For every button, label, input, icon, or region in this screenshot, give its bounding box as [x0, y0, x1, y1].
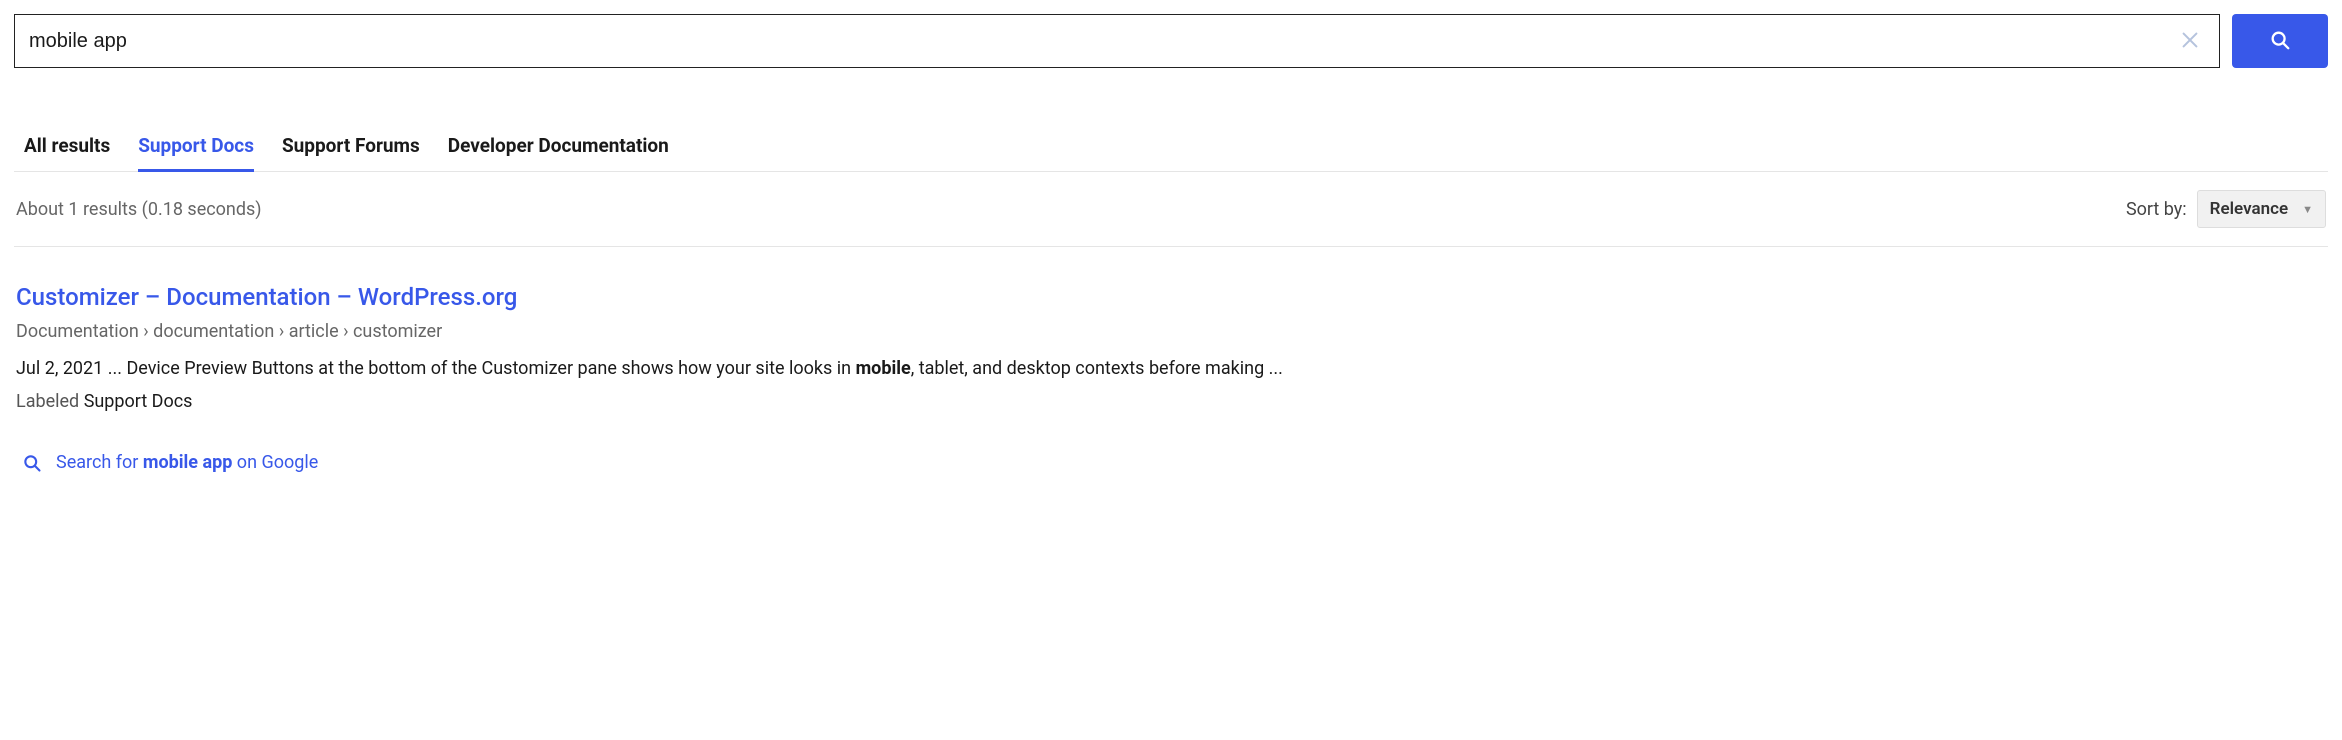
- search-icon: [2269, 29, 2291, 54]
- search-on-google-text: Search for mobile app on Google: [56, 452, 318, 473]
- result-title-link[interactable]: Customizer – Documentation – WordPress.o…: [16, 283, 517, 311]
- sort-value: Relevance: [2210, 199, 2288, 219]
- tab-support-forums[interactable]: Support Forums: [282, 126, 420, 172]
- result-snippet: Jul 2, 2021 ... Device Preview Buttons a…: [16, 356, 2326, 381]
- search-button[interactable]: [2232, 14, 2328, 68]
- filter-tabs: All results Support Docs Support Forums …: [14, 126, 2328, 172]
- search-input[interactable]: [29, 30, 2175, 53]
- close-icon: [2179, 29, 2201, 54]
- search-row: [14, 14, 2328, 68]
- result-label: Labeled Support Docs: [16, 391, 2326, 412]
- result-snippet-before: Device Preview Buttons at the bottom of …: [126, 358, 855, 379]
- result-date: Jul 2, 2021: [16, 358, 103, 379]
- search-on-google-link[interactable]: Search for mobile app on Google: [14, 452, 2328, 473]
- tab-developer-documentation[interactable]: Developer Documentation: [448, 126, 669, 172]
- result-snippet-match: mobile: [856, 358, 911, 379]
- result-label-value: Support Docs: [84, 391, 193, 412]
- search-box: [14, 14, 2220, 68]
- tab-support-docs[interactable]: Support Docs: [138, 126, 254, 172]
- results-meta: About 1 results (0.18 seconds) Sort by: …: [14, 172, 2328, 247]
- result-label-key: Labeled: [16, 391, 79, 412]
- sort-label: Sort by:: [2126, 199, 2187, 220]
- caret-down-icon: ▼: [2302, 203, 2313, 216]
- google-query: mobile app: [143, 452, 232, 473]
- search-result: Customizer – Documentation – WordPress.o…: [14, 247, 2328, 412]
- result-snippet-after: , tablet, and desktop contexts before ma…: [911, 358, 1283, 379]
- result-ellipsis: ...: [103, 358, 126, 379]
- clear-search-button[interactable]: [2175, 25, 2205, 58]
- tab-all-results[interactable]: All results: [24, 126, 110, 172]
- google-prefix: Search for: [56, 452, 143, 473]
- result-breadcrumb: Documentation › documentation › article …: [16, 321, 2326, 342]
- google-suffix: on Google: [232, 452, 318, 473]
- sort-select[interactable]: Relevance ▼: [2197, 190, 2326, 228]
- search-icon: [22, 453, 42, 473]
- results-count: About 1 results (0.18 seconds): [16, 199, 262, 220]
- sort-wrap: Sort by: Relevance ▼: [2126, 190, 2326, 228]
